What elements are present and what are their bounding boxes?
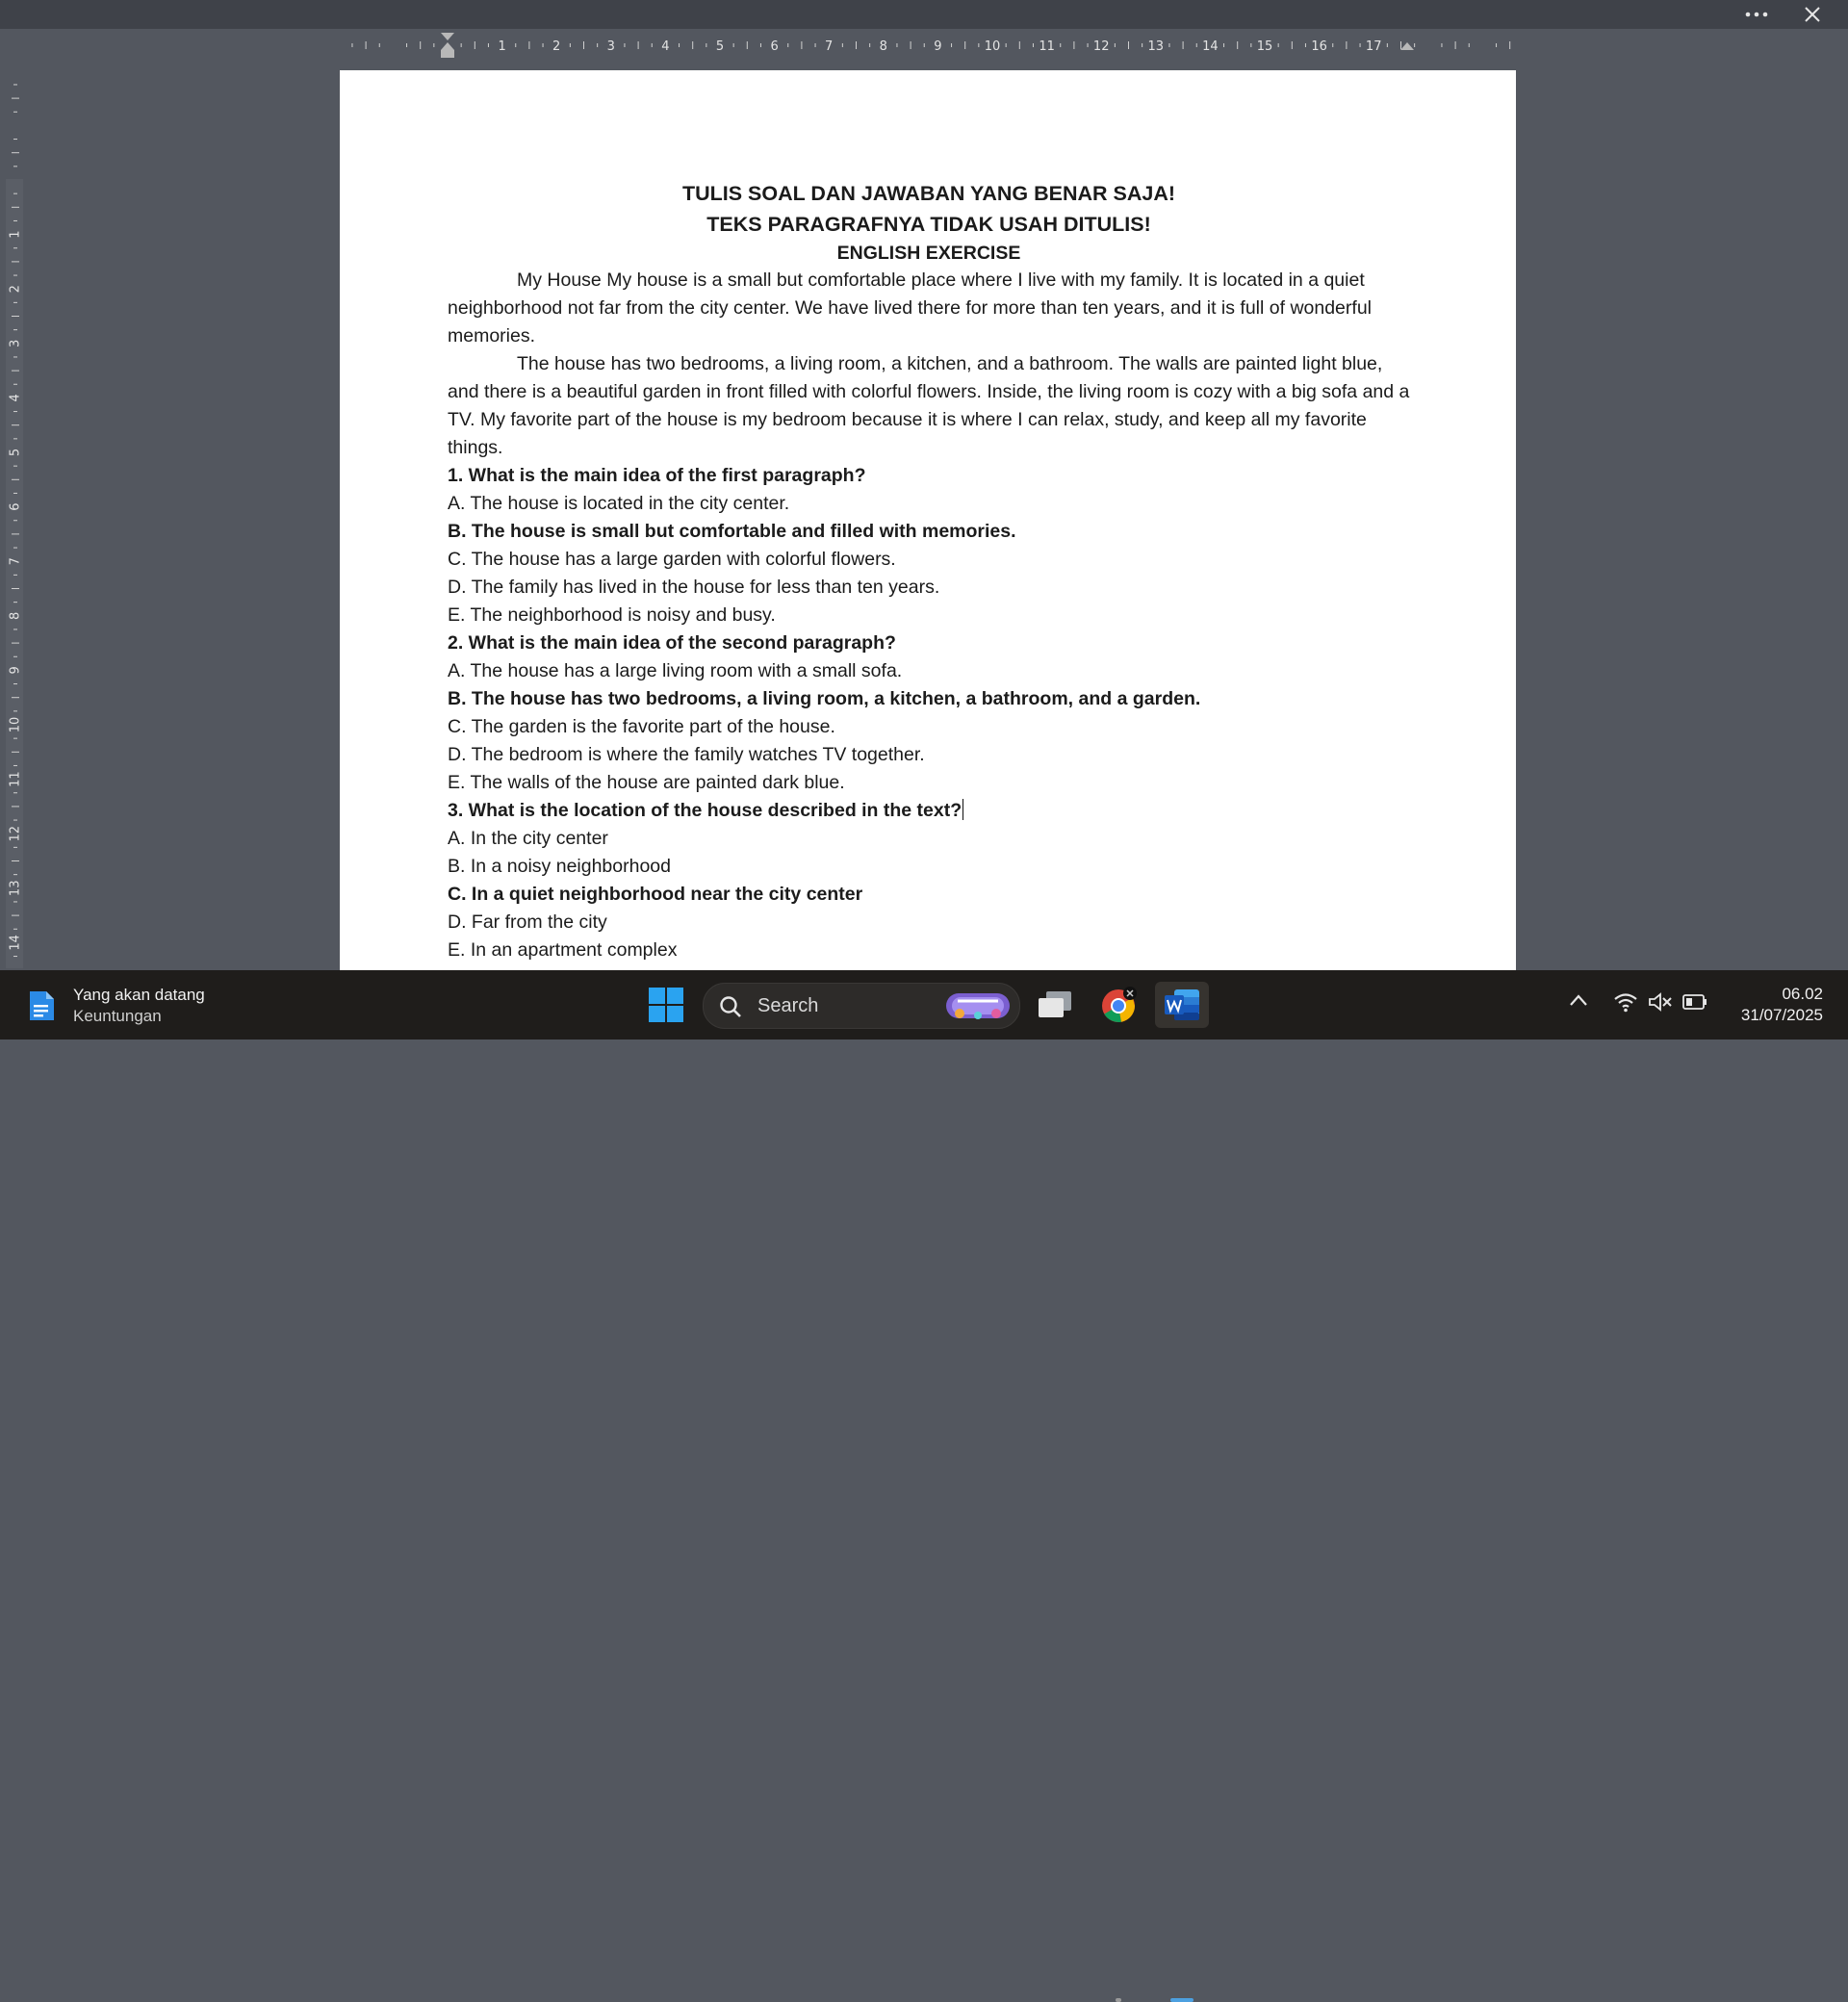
q3-option-c: C. In a quiet neighborhood near the city… (448, 884, 863, 905)
q1-option-a: A. The house is located in the city cent… (448, 493, 790, 514)
vertical-ruler[interactable]: 1234567891011121314 (0, 64, 29, 968)
document-page[interactable]: TULIS SOAL DAN JAWABAN YANG BENAR SAJA! … (340, 70, 1516, 975)
q1-option-e: E. The neighborhood is noisy and busy. (448, 604, 776, 626)
clock-time: 06.02 (1782, 985, 1823, 1003)
ruler-number: 6 (770, 39, 778, 54)
battery-icon[interactable] (1682, 993, 1707, 1011)
q2-option-c: C. The garden is the favorite part of th… (448, 716, 835, 737)
task-view-icon (1039, 991, 1071, 1017)
ruler-number: 1 (498, 39, 505, 54)
chrome-running-indicator (1116, 1998, 1121, 2002)
q2-option-b: B. The house has two bedrooms, a living … (448, 688, 1201, 709)
paragraph-2: The house has two bedrooms, a living roo… (448, 353, 1410, 458)
question-3: 3. What is the location of the house des… (448, 800, 962, 821)
word-button[interactable] (1155, 982, 1209, 1028)
search-input[interactable]: Search (703, 983, 1020, 1029)
wifi-icon[interactable] (1613, 991, 1638, 1013)
clock-date: 31/07/2025 (1740, 1006, 1823, 1024)
ruler-number: 9 (934, 39, 941, 54)
heading-instruction-1: TULIS SOAL DAN JAWABAN YANG BENAR SAJA! (681, 182, 1176, 205)
ruler-number: 12 (1093, 39, 1110, 54)
ruler-number: 4 (9, 394, 23, 401)
ruler-number: 11 (1039, 39, 1055, 54)
chrome-button[interactable] (1095, 982, 1142, 1028)
chrome-icon (1102, 987, 1137, 1022)
ruler-number: 8 (880, 39, 887, 54)
ruler-number: 16 (1311, 39, 1327, 54)
ruler-number: 17 (1366, 39, 1382, 54)
widget-subtitle: Keuntungan (73, 1007, 162, 1025)
ruler-number: 14 (1202, 39, 1219, 54)
ruler-number: 15 (1257, 39, 1273, 54)
ruler-number: 2 (9, 285, 23, 293)
ruler-number: 13 (9, 881, 23, 897)
q1-option-d: D. The family has lived in the house for… (448, 577, 940, 598)
q3-option-d: D. Far from the city (448, 911, 607, 933)
close-button[interactable] (1790, 0, 1835, 29)
ruler-number: 1 (9, 230, 23, 238)
q3-option-e: E. In an apartment complex (448, 939, 678, 961)
q2-option-d: D. The bedroom is where the family watch… (448, 744, 925, 765)
paragraph-1: My House My house is a small but comfort… (448, 270, 1372, 346)
stocks-icon (30, 991, 54, 1020)
search-highlight-icon (946, 993, 1010, 1019)
ruler-number: 7 (9, 557, 23, 565)
question-1: 1. What is the main idea of the first pa… (448, 465, 866, 486)
ruler-number: 14 (9, 935, 23, 951)
ruler-number: 2 (552, 39, 560, 54)
ruler-number: 5 (9, 449, 23, 456)
widgets-button[interactable]: Yang akan datang Keuntungan (27, 984, 258, 1026)
q3-option-a: A. In the city center (448, 828, 608, 849)
more-options-button[interactable] (1734, 0, 1779, 29)
widget-title: Yang akan datang (73, 986, 205, 1004)
word-active-indicator (1170, 1998, 1194, 2002)
ruler-number: 9 (9, 666, 23, 674)
more-horizontal-icon (1745, 12, 1768, 17)
word-icon (1165, 989, 1199, 1020)
clock[interactable]: 06.02 31/07/2025 (1713, 984, 1823, 1026)
start-icon[interactable] (647, 986, 685, 1024)
ruler-number: 10 (985, 39, 1001, 54)
horizontal-ruler[interactable]: 1 2 3 4 5 6 7 8 9 10 11 12 13 14 15 16 17 (0, 29, 1848, 64)
q3-option-b: B. In a noisy neighborhood (448, 856, 672, 877)
ruler-number: 4 (661, 39, 669, 54)
ruler-number: 7 (825, 39, 833, 54)
ruler-number: 5 (716, 39, 724, 54)
task-view-button[interactable] (1032, 982, 1078, 1028)
ruler-number: 3 (607, 39, 615, 54)
heading-instruction-2: TEKS PARAGRAFNYA TIDAK USAH DITULIS! (706, 213, 1151, 236)
question-2: 2. What is the main idea of the second p… (448, 632, 896, 654)
document-body[interactable]: TULIS SOAL DAN JAWABAN YANG BENAR SAJA! … (448, 178, 1410, 964)
question-3-line: 3. What is the location of the house des… (448, 797, 1410, 825)
volume-muted-icon[interactable] (1648, 991, 1673, 1013)
chevron-up-icon[interactable] (1569, 993, 1588, 1007)
ruler-number: 13 (1148, 39, 1165, 54)
taskbar: Yang akan datang Keuntungan Search 06.02… (0, 970, 1848, 2002)
search-placeholder: Search (757, 995, 819, 1016)
ruler-number: 6 (9, 502, 23, 510)
ruler-number: 8 (9, 612, 23, 620)
search-icon (720, 996, 741, 1017)
close-icon (1805, 7, 1820, 22)
q2-option-e: E. The walls of the house are painted da… (448, 772, 845, 793)
q1-option-b: B. The house is small but comfortable an… (448, 521, 1016, 542)
ruler-number: 12 (9, 826, 23, 842)
q1-option-c: C. The house has a large garden with col… (448, 549, 896, 570)
ruler-number: 11 (9, 771, 23, 787)
heading-exercise-title: ENGLISH EXERCISE (836, 243, 1021, 264)
text-cursor (962, 799, 964, 820)
q2-option-a: A. The house has a large living room wit… (448, 660, 903, 681)
ruler-number: 10 (9, 717, 23, 733)
ruler-number: 3 (9, 340, 23, 347)
title-bar (0, 0, 1848, 29)
